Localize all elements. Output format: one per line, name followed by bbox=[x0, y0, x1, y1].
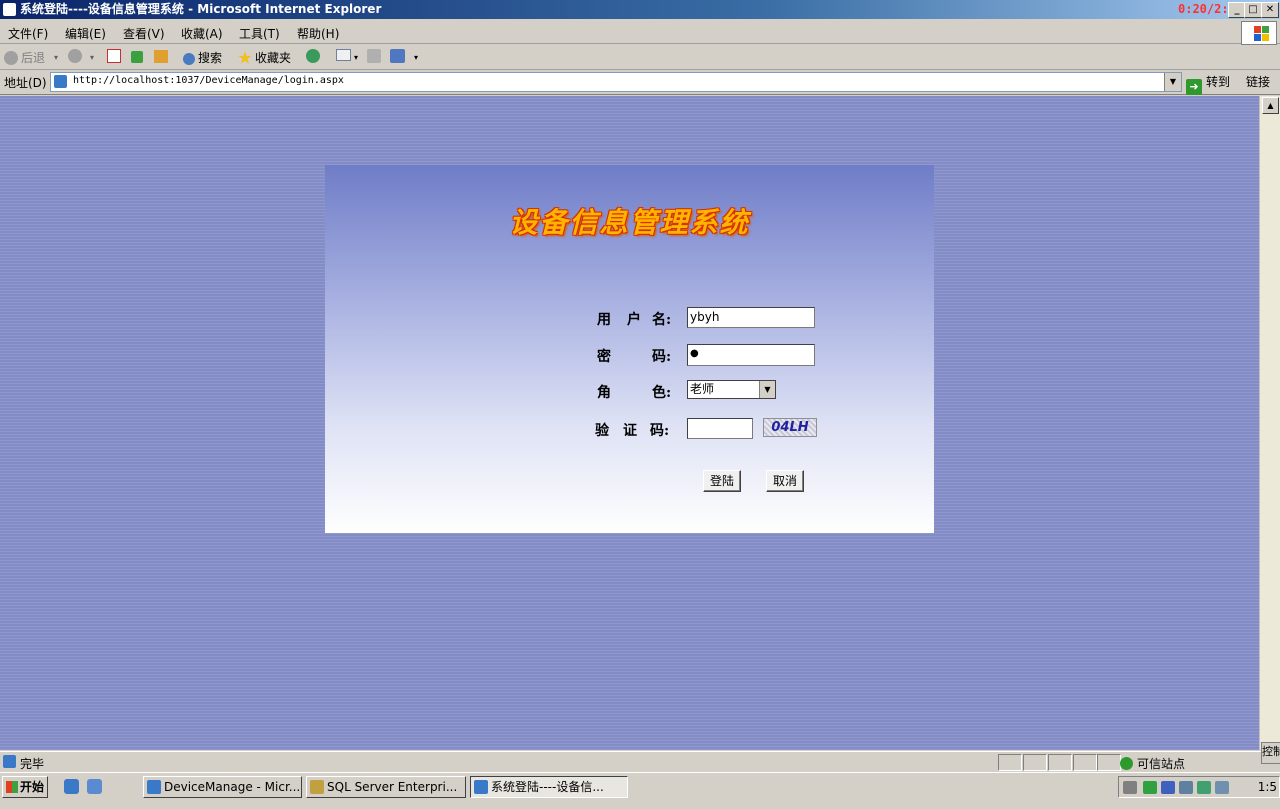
forward-arrow-icon bbox=[68, 49, 82, 63]
history-icon bbox=[306, 49, 320, 63]
mail-button[interactable] bbox=[336, 49, 354, 63]
star-icon bbox=[238, 51, 252, 64]
windows-flag-icon bbox=[6, 781, 18, 793]
refresh-icon bbox=[131, 51, 143, 63]
task-login-page[interactable]: 系统登陆----设备信... bbox=[470, 776, 628, 798]
home-icon bbox=[154, 50, 168, 63]
close-button[interactable]: ✕ bbox=[1261, 2, 1279, 18]
stop-icon bbox=[107, 49, 121, 63]
taskbar: 开始 DeviceManage - Micr... SQL Server Ent… bbox=[0, 772, 1280, 809]
address-bar: 地址(D) http://localhost:1037/DeviceManage… bbox=[0, 70, 1280, 95]
mail-dropdown-icon[interactable]: ▾ bbox=[354, 53, 358, 62]
status-cell bbox=[1073, 754, 1097, 771]
captcha-input[interactable] bbox=[687, 418, 753, 439]
username-label: 用 户 名: bbox=[597, 312, 672, 328]
tray-icon[interactable] bbox=[1179, 781, 1193, 794]
go-arrow-icon: ➜ bbox=[1186, 79, 1202, 95]
address-dropdown-icon[interactable]: ▼ bbox=[1164, 73, 1181, 91]
page-icon bbox=[54, 75, 67, 88]
status-cell bbox=[1048, 754, 1072, 771]
menu-file[interactable]: 文件(F) bbox=[8, 25, 48, 42]
status-cell bbox=[998, 754, 1022, 771]
tray-icon[interactable] bbox=[1215, 781, 1229, 794]
address-label: 地址(D) bbox=[4, 76, 47, 90]
scroll-up-icon[interactable]: ▲ bbox=[1262, 97, 1279, 114]
page-view-icon bbox=[390, 49, 405, 63]
captcha-label: 验 证 码: bbox=[595, 423, 670, 439]
menu-edit[interactable]: 编辑(E) bbox=[65, 25, 106, 42]
stop-button[interactable] bbox=[107, 49, 124, 63]
trusted-site-icon bbox=[1120, 757, 1133, 770]
ie-icon bbox=[3, 3, 16, 16]
captcha-image[interactable]: 04LH bbox=[763, 418, 817, 437]
address-input[interactable]: http://localhost:1037/DeviceManage/login… bbox=[50, 72, 1182, 92]
address-url: http://localhost:1037/DeviceManage/login… bbox=[73, 75, 344, 86]
mail-icon bbox=[336, 49, 351, 61]
system-tray: 1:5 bbox=[1118, 776, 1280, 798]
printer-icon bbox=[367, 49, 381, 63]
status-bar: 完毕 可信站点 bbox=[0, 751, 1280, 772]
view-dropdown-icon[interactable]: ▾ bbox=[414, 53, 418, 62]
page-done-icon bbox=[3, 755, 16, 768]
window-title: 系统登陆----设备信息管理系统 - Microsoft Internet Ex… bbox=[20, 2, 382, 16]
menu-help[interactable]: 帮助(H) bbox=[297, 25, 339, 42]
links-button[interactable]: 链接 bbox=[1246, 73, 1270, 90]
security-zone[interactable]: 可信站点 bbox=[1120, 755, 1185, 772]
task-sql-server[interactable]: SQL Server Enterpri... bbox=[306, 776, 466, 798]
menu-view[interactable]: 查看(V) bbox=[123, 25, 165, 42]
cancel-button[interactable]: 取消 bbox=[766, 470, 804, 492]
home-button[interactable] bbox=[154, 49, 171, 63]
start-button[interactable]: 开始 bbox=[2, 776, 48, 798]
status-text: 完毕 bbox=[20, 757, 45, 771]
print-button[interactable] bbox=[367, 49, 384, 63]
status-cell bbox=[1097, 754, 1121, 771]
history-button[interactable] bbox=[306, 49, 323, 63]
search-icon bbox=[183, 53, 195, 65]
edit-view-button[interactable] bbox=[390, 49, 408, 63]
menu-favorites[interactable]: 收藏(A) bbox=[181, 25, 223, 42]
role-label: 角 色: bbox=[597, 385, 672, 401]
tray-icon[interactable] bbox=[1161, 781, 1175, 794]
menu-bar: 文件(F) 编辑(E) 查看(V) 收藏(A) 工具(T) 帮助(H) bbox=[0, 20, 1280, 44]
refresh-button[interactable] bbox=[131, 49, 146, 63]
vertical-scrollbar[interactable]: ▲ bbox=[1259, 96, 1280, 750]
favorites-button[interactable]: 收藏夹 bbox=[238, 49, 291, 66]
back-button[interactable]: 后退 bbox=[4, 49, 45, 66]
page-content: 设备信息管理系统 用 户 名: ybyh 密 码: ● 角 色: 老师 ▼ 验 … bbox=[0, 96, 1259, 750]
chevron-down-icon: ▼ bbox=[759, 381, 775, 398]
task-devicemanage[interactable]: DeviceManage - Micr... bbox=[143, 776, 302, 798]
ie-icon bbox=[474, 780, 488, 794]
sql-server-icon bbox=[310, 780, 324, 794]
desktop-quicklaunch-icon[interactable] bbox=[87, 779, 102, 794]
system-title: 设备信息管理系统 bbox=[509, 206, 750, 239]
login-button[interactable]: 登陆 bbox=[703, 470, 741, 492]
back-arrow-icon bbox=[4, 51, 18, 65]
login-panel: 设备信息管理系统 用 户 名: ybyh 密 码: ● 角 色: 老师 ▼ 验 … bbox=[325, 165, 934, 533]
maximize-button[interactable]: □ bbox=[1244, 2, 1262, 18]
ie-quicklaunch-icon[interactable] bbox=[64, 779, 79, 794]
tray-icon[interactable] bbox=[1197, 781, 1211, 794]
password-label: 密 码: bbox=[597, 349, 672, 365]
status-cell bbox=[1023, 754, 1047, 771]
forward-dropdown-icon[interactable]: ▾ bbox=[90, 53, 94, 62]
toolbar: 后退 ▾ ▾ 搜索 收藏夹 ▾ ▾ bbox=[0, 45, 1280, 70]
search-button[interactable]: 搜索 bbox=[183, 49, 222, 66]
windows-logo-icon bbox=[1241, 21, 1277, 45]
clock[interactable]: 1:5 bbox=[1258, 780, 1277, 794]
tray-icon[interactable] bbox=[1143, 781, 1157, 794]
role-select[interactable]: 老师 ▼ bbox=[687, 380, 776, 399]
vs-icon bbox=[147, 780, 161, 794]
forward-button[interactable] bbox=[68, 49, 85, 63]
menu-tools[interactable]: 工具(T) bbox=[239, 25, 280, 42]
side-control-tab[interactable]: 控制 bbox=[1261, 742, 1280, 764]
go-button[interactable]: ➜ 转到 bbox=[1186, 73, 1230, 95]
tray-icon[interactable] bbox=[1123, 781, 1137, 794]
back-dropdown-icon[interactable]: ▾ bbox=[54, 53, 58, 62]
password-input[interactable]: ● bbox=[687, 344, 815, 366]
username-input[interactable]: ybyh bbox=[687, 307, 815, 328]
window-title-bar: 系统登陆----设备信息管理系统 - Microsoft Internet Ex… bbox=[0, 0, 1280, 19]
